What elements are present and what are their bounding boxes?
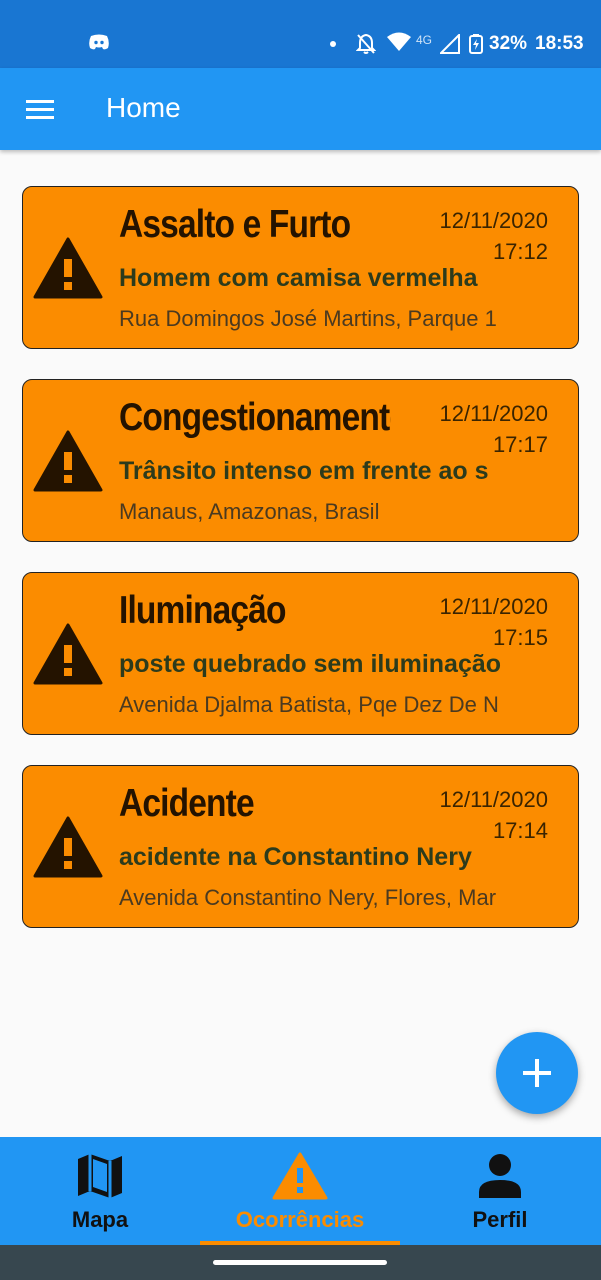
occurrence-time: 17:14 <box>492 818 548 843</box>
occurrence-card[interactable]: Acidente 12/11/2020 17:14 acidente na Co… <box>22 765 579 928</box>
occurrence-description: acidente na Constantino Nery <box>119 843 472 871</box>
occurrence-card[interactable]: Assalto e Furto 12/11/2020 17:12 Homem c… <box>22 186 579 349</box>
occurrence-datetime: 12/11/2020 17:12 <box>440 205 548 267</box>
occurrence-date: 12/11/2020 <box>439 594 548 619</box>
nav-label: Ocorrências <box>235 1207 365 1232</box>
map-icon <box>78 1154 122 1198</box>
occurrence-title: Acidente <box>119 782 255 825</box>
occurrence-description: Trânsito intenso em frente ao s <box>119 457 489 485</box>
occurrence-address: Avenida Constantino Nery, Flores, Mar <box>119 885 497 910</box>
occurrence-datetime: 12/11/2020 17:17 <box>440 398 548 460</box>
occurrence-description: poste quebrado sem iluminação <box>119 650 502 678</box>
occurrence-address: Avenida Djalma Batista, Pqe Dez De N <box>119 692 499 717</box>
bell-off-icon <box>356 33 376 54</box>
menu-icon[interactable] <box>24 94 58 124</box>
occurrence-time: 17:15 <box>492 625 548 650</box>
wifi-icon <box>387 32 411 51</box>
occurrence-description: Homem com camisa vermelha <box>119 264 478 292</box>
occurrence-card[interactable]: Iluminação 12/11/2020 17:15 poste quebra… <box>22 572 579 735</box>
network-type: 4G <box>416 33 433 47</box>
occurrence-datetime: 12/11/2020 17:15 <box>440 591 548 653</box>
occurrence-time: 17:17 <box>492 432 548 457</box>
gesture-handle[interactable] <box>213 1260 387 1265</box>
occurrence-date: 12/11/2020 <box>439 208 548 233</box>
occurrence-address: Manaus, Amazonas, Brasil <box>119 499 380 524</box>
system-navigation-bar <box>0 1245 601 1280</box>
occurrence-card[interactable]: Congestionamento 12/11/2020 17:17 Trânsi… <box>22 379 579 542</box>
occurrence-datetime: 12/11/2020 17:14 <box>440 784 548 846</box>
nav-label: Perfil <box>472 1207 528 1232</box>
battery-percentage: 32% <box>489 33 528 54</box>
occurrence-title: Iluminação <box>119 589 286 632</box>
nav-item-perfil[interactable]: Perfil <box>400 1137 600 1245</box>
occurrence-title: Congestionamento <box>119 396 391 439</box>
signal-icon <box>440 34 460 54</box>
bottom-navigation: Mapa Ocorrências Perfil <box>0 1137 601 1245</box>
warning-icon <box>272 1152 328 1200</box>
discord-icon <box>89 34 109 50</box>
nav-item-mapa[interactable]: Mapa <box>0 1137 200 1245</box>
occurrence-title: Assalto e Furto <box>119 203 351 246</box>
add-occurrence-button[interactable] <box>496 1032 578 1114</box>
nav-label: Mapa <box>71 1207 129 1232</box>
occurrence-time: 17:12 <box>492 239 548 264</box>
warning-icon <box>33 237 103 299</box>
page-title: Home <box>106 92 181 123</box>
notification-dot <box>330 41 336 47</box>
plus-icon <box>523 1059 551 1087</box>
status-bar: 4G 32% 18:53 <box>0 0 601 68</box>
clock: 18:53 <box>535 33 584 54</box>
occurrence-date: 12/11/2020 <box>439 787 548 812</box>
warning-icon <box>33 430 103 492</box>
occurrence-address: Rua Domingos José Martins, Parque 1 <box>119 306 497 331</box>
app-bar: Home <box>0 68 601 150</box>
warning-icon <box>33 623 103 685</box>
person-icon <box>479 1154 521 1198</box>
occurrence-date: 12/11/2020 <box>439 401 548 426</box>
nav-item-ocorrencias[interactable]: Ocorrências <box>200 1137 400 1245</box>
warning-icon <box>33 816 103 878</box>
battery-icon <box>469 34 483 54</box>
